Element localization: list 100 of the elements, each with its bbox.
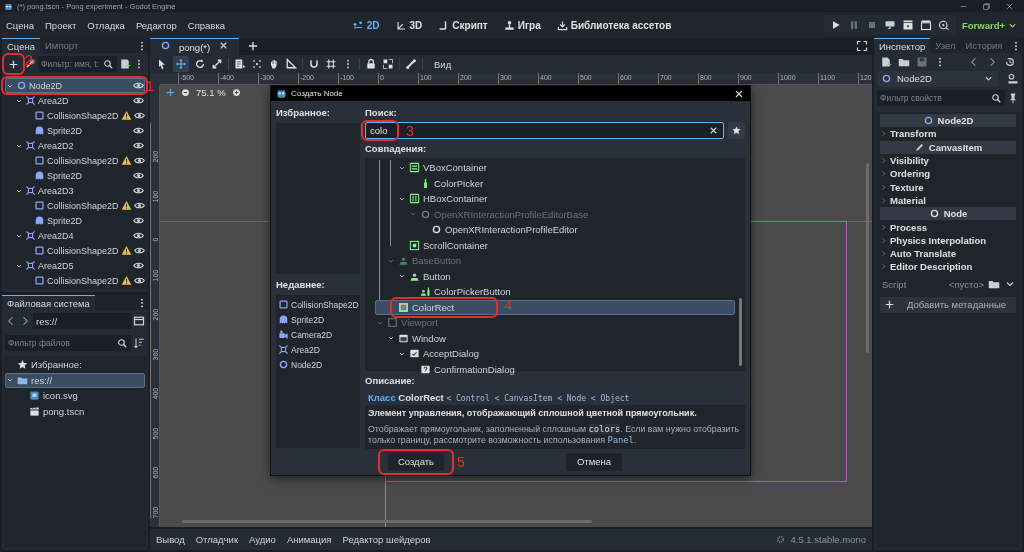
history-icon[interactable] — [1004, 55, 1016, 68]
scene-tree-item[interactable]: CollisionShape2D — [5, 243, 145, 258]
panel-icon[interactable] — [133, 315, 145, 327]
eye-icon[interactable] — [133, 230, 144, 241]
eye-icon[interactable] — [133, 245, 145, 256]
scene-tree-item[interactable]: CollisionShape2D — [5, 153, 145, 168]
zoom-out-icon[interactable] — [181, 88, 190, 97]
main-screen-tab[interactable]: Библиотека ассетов — [554, 16, 674, 34]
eye-icon[interactable] — [133, 155, 145, 166]
property-group[interactable]: Material — [880, 193, 1016, 208]
add-metadata-button[interactable]: Добавить метаданные — [880, 296, 1016, 313]
eye-icon[interactable] — [133, 170, 144, 181]
restore-icon[interactable] — [982, 1, 991, 11]
scene-tab[interactable]: pong(*) — [150, 38, 240, 55]
menu-item[interactable]: Сцена — [6, 19, 34, 31]
bottom-panel-tab[interactable]: Отладчик — [195, 534, 239, 545]
scene-tree-item[interactable]: CollisionShape2D — [5, 108, 145, 123]
class-tree-item[interactable]: VBoxContainer — [375, 160, 735, 176]
bone-icon[interactable] — [405, 58, 417, 70]
scene-tree-item[interactable]: Area2D5 — [5, 258, 145, 273]
file-tree-item[interactable]: icon.svg — [5, 388, 145, 404]
list-icon[interactable] — [234, 58, 246, 70]
favorite-button[interactable] — [728, 122, 745, 139]
view-menu[interactable]: Вид — [428, 58, 458, 70]
create-button[interactable]: Создать — [388, 452, 444, 471]
property-group[interactable]: Physics Interpolation — [880, 233, 1016, 247]
clapperboard-play-icon[interactable] — [902, 19, 914, 31]
main-screen-tab[interactable]: Скрипт — [436, 16, 490, 34]
scale-icon[interactable] — [211, 58, 223, 70]
dock-tab[interactable]: Файловая система — [2, 295, 95, 310]
scene-tree-item[interactable]: Sprite2D — [5, 168, 145, 183]
move-icon[interactable] — [175, 58, 187, 70]
property-filter-field[interactable]: Фильтр свойств — [877, 90, 1005, 106]
script-value[interactable]: <пусто> — [948, 278, 984, 290]
eye-icon[interactable] — [133, 275, 145, 286]
property-group[interactable]: Process — [880, 220, 1016, 234]
stop-icon[interactable] — [866, 19, 878, 31]
play-icon[interactable] — [830, 19, 842, 31]
property-group[interactable]: Editor Description — [880, 260, 1016, 274]
dock-tab[interactable]: История — [960, 38, 1008, 53]
scrollbar[interactable] — [182, 520, 592, 523]
eye-icon[interactable] — [133, 95, 144, 106]
scene-tree-item[interactable]: Area2D — [5, 93, 145, 108]
main-screen-tab[interactable]: Игра — [501, 16, 543, 34]
eye-icon[interactable] — [133, 110, 145, 121]
eye-icon[interactable] — [133, 185, 144, 196]
bottom-panel-tab[interactable]: Аудио — [249, 534, 276, 545]
lock-icon[interactable] — [365, 58, 377, 70]
sort-icon[interactable] — [133, 337, 145, 349]
main-screen-tab[interactable]: 2D — [350, 16, 382, 34]
expand-icon[interactable] — [856, 40, 868, 52]
eye-icon[interactable] — [133, 125, 144, 136]
cursor-icon[interactable] — [156, 58, 168, 70]
recent-item[interactable]: CollisionShape2D — [278, 297, 358, 312]
file-tree-item[interactable]: res:// — [5, 372, 145, 388]
ruler-icon[interactable] — [285, 58, 297, 70]
scene-tree-item[interactable]: Sprite2D — [5, 123, 145, 138]
eye-icon[interactable] — [133, 200, 145, 211]
dock-tab[interactable]: Сцена — [2, 38, 40, 53]
filter-field[interactable]: Фильтр: имя, t: — [38, 56, 117, 72]
recent-item[interactable]: Node2D — [278, 357, 358, 372]
grid-icon[interactable] — [325, 58, 337, 70]
scrollbar[interactable] — [866, 163, 869, 353]
main-screen-tab[interactable]: 3D — [393, 16, 425, 34]
rotate-icon[interactable] — [194, 58, 206, 70]
property-group[interactable]: Auto Translate — [880, 246, 1016, 261]
clapperboard-icon[interactable] — [920, 19, 932, 31]
pivot-icon[interactable] — [251, 58, 263, 70]
recent-item[interactable]: Camera2D — [278, 327, 358, 342]
snap-icon[interactable] — [308, 58, 320, 70]
zoom-in-icon[interactable] — [231, 88, 241, 97]
bottom-panel-tab[interactable]: Редактор шейдеров — [342, 534, 431, 545]
file-tree-item[interactable]: pong.tscn — [5, 403, 145, 419]
plus-icon[interactable] — [247, 40, 260, 52]
cancel-button[interactable]: Отмена — [566, 452, 622, 471]
scrollbar[interactable] — [739, 298, 742, 366]
zoom-level[interactable]: 75.1 % — [196, 87, 226, 98]
class-tree-item[interactable]: ColorPicker — [375, 175, 735, 191]
menu-item[interactable]: Редактор — [135, 19, 177, 31]
dock-tab[interactable]: Узел — [930, 38, 961, 53]
property-group[interactable]: Texture — [880, 180, 1016, 194]
class-tree-item[interactable]: HBoxContainer — [375, 191, 735, 207]
menu-item[interactable]: Проект — [45, 19, 77, 31]
recent-item[interactable]: Sprite2D — [278, 312, 358, 327]
scene-tree-item[interactable]: CollisionShape2D — [5, 273, 145, 288]
eye-icon[interactable] — [133, 260, 144, 271]
property-group[interactable]: Ordering — [880, 167, 1016, 181]
eye-icon[interactable] — [133, 140, 144, 151]
class-tree-item[interactable]: ScrollContainer — [375, 237, 735, 253]
menu-item[interactable]: Отладка — [87, 19, 125, 31]
new-file-icon[interactable] — [880, 55, 892, 68]
dock-tab[interactable]: Инспектор — [874, 38, 931, 53]
recent-item[interactable]: Area2D — [278, 342, 358, 357]
group-icon[interactable] — [382, 58, 394, 70]
renderer-dropdown[interactable]: Forward+ — [962, 19, 1018, 31]
scene-tree-item[interactable]: Area2D2 — [5, 138, 145, 153]
node-selector[interactable]: Node2D — [877, 70, 998, 87]
pause-icon[interactable] — [848, 19, 860, 31]
property-group[interactable]: Visibility — [880, 153, 1016, 168]
monitor-icon[interactable] — [884, 19, 896, 31]
